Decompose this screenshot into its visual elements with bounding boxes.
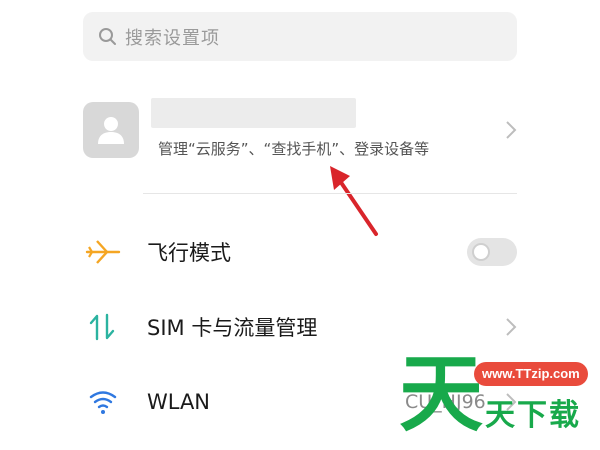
search-icon — [99, 27, 116, 45]
watermark-text: 天下载 — [485, 398, 581, 433]
account-row[interactable]: 管理“云服务”、“查找手机”、登录设备等 — [83, 96, 517, 186]
airplane-mode-label: 飞行模式 — [147, 241, 231, 265]
settings-row-sim-data[interactable]: SIM 卡与流量管理 — [83, 305, 517, 349]
watermark-logo-char: 天 — [399, 345, 484, 443]
airplane-mode-toggle[interactable] — [467, 238, 517, 266]
sim-data-label: SIM 卡与流量管理 — [147, 316, 318, 340]
chevron-right-icon — [506, 318, 517, 336]
person-icon — [98, 117, 124, 144]
data-arrows-icon — [89, 313, 115, 341]
account-name-redacted — [151, 98, 356, 128]
site-watermark: 天 www.TTzip.com 天下载 — [397, 345, 588, 450]
chevron-right-icon — [506, 121, 517, 139]
settings-search-bar[interactable]: 搜索设置项 — [83, 12, 517, 61]
toggle-knob — [472, 243, 490, 261]
settings-row-airplane-mode[interactable]: 飞行模式 — [83, 230, 517, 274]
account-subtitle: 管理“云服务”、“查找手机”、登录设备等 — [158, 140, 430, 158]
wifi-icon — [89, 391, 117, 414]
section-divider — [143, 193, 517, 194]
wlan-label: WLAN — [147, 390, 211, 414]
avatar — [83, 102, 139, 158]
search-placeholder: 搜索设置项 — [125, 27, 220, 49]
airplane-icon — [85, 240, 121, 264]
watermark-site-url: www.TTzip.com — [474, 362, 588, 386]
